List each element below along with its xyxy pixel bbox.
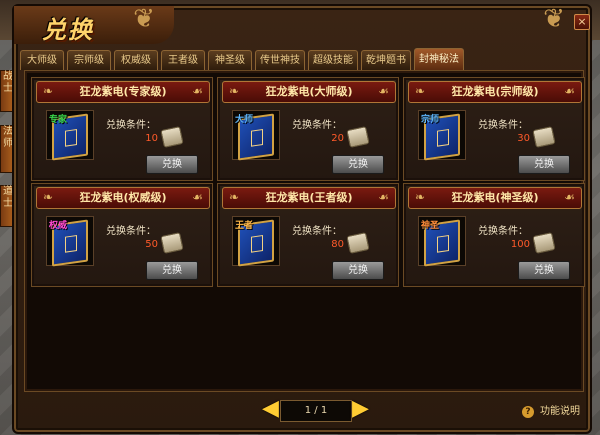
page-prev-button[interactable]: ◀ (262, 398, 279, 420)
tab-bar: 大师级 宗师级 权威级 王者级 神圣级 传世神技 超级技能 乾坤题书 封神秘法 (20, 48, 464, 72)
tab-legendary-skill[interactable]: 传世神技 (255, 50, 305, 70)
grade-badge: 王者 (235, 221, 254, 231)
exchange-button[interactable]: 兑换 (146, 261, 198, 280)
condition-amount: 30 (517, 133, 530, 144)
scroll-item-icon (346, 126, 370, 148)
exchange-button[interactable]: 兑换 (146, 155, 198, 174)
tab-grandmaster[interactable]: 宗师级 (67, 50, 111, 70)
tab-master[interactable]: 大师级 (20, 50, 64, 70)
skill-book-icon[interactable]: 大师 (232, 110, 280, 161)
skill-book-icon[interactable]: 专家 (46, 110, 94, 161)
exchange-card: ❧ 狂龙紫电(权威级) ☙ 权威 兑换条件： 50 兑换 (31, 183, 213, 287)
card-header: ❧ 狂龙紫电(宗师级) ☙ (408, 81, 582, 103)
exchange-button[interactable]: 兑换 (332, 261, 384, 280)
grade-badge: 专家 (49, 115, 68, 125)
condition-amount: 80 (331, 239, 344, 250)
condition-label: 兑换条件： (292, 120, 342, 131)
exchange-button[interactable]: 兑换 (518, 261, 570, 280)
grade-badge: 大师 (235, 115, 254, 125)
book-emblem (251, 129, 263, 147)
condition-label: 兑换条件： (478, 226, 528, 237)
card-header: ❧ 狂龙紫电(专家级) ☙ (36, 81, 210, 103)
scroll-ornament-icon: ☙ (564, 190, 575, 204)
card-header: ❧ 狂龙紫电(神圣级) ☙ (408, 187, 582, 209)
scroll-item-icon (532, 126, 556, 148)
tab-qiankun-book[interactable]: 乾坤题书 (361, 50, 411, 70)
card-title: 狂龙紫电(神圣级) (451, 191, 539, 204)
card-header: ❧ 狂龙紫电(王者级) ☙ (222, 187, 396, 209)
card-title: 狂龙紫电(宗师级) (451, 85, 539, 98)
scroll-ornament-icon: ☙ (192, 84, 203, 98)
card-grid: ❧ 狂龙紫电(专家级) ☙ 专家 兑换条件： 10 兑换 ❧ 狂龙紫电(大师级) ☙ 大师 兑换条件：… (24, 70, 585, 392)
card-title: 狂龙紫电(王者级) (265, 191, 353, 204)
close-button[interactable]: × (574, 14, 590, 30)
exchange-window: 兑换 ❦ ❦ × 大师级 宗师级 权威级 王者级 神圣级 传世神技 超级技能 乾… (12, 4, 592, 434)
book-emblem (437, 129, 449, 147)
skill-book-icon[interactable]: 权威 (46, 216, 94, 267)
card-title: 狂龙紫电(大师级) (265, 85, 353, 98)
card-title: 狂龙紫电(专家级) (79, 85, 167, 98)
exchange-card: ❧ 狂龙紫电(王者级) ☙ 王者 兑换条件： 80 兑换 (217, 183, 399, 287)
exchange-button[interactable]: 兑换 (518, 155, 570, 174)
scroll-item-icon (532, 232, 556, 254)
skill-book-icon[interactable]: 神圣 (418, 216, 466, 267)
page-indicator: 1 / 1 (280, 400, 352, 422)
scroll-ornament-icon: ☙ (192, 190, 203, 204)
tab-authority[interactable]: 权威级 (114, 50, 158, 70)
card-header: ❧ 狂龙紫电(大师级) ☙ (222, 81, 396, 103)
scroll-item-icon (346, 232, 370, 254)
help-label: 功能说明 (540, 406, 580, 417)
page-next-button[interactable]: ▶ (352, 398, 369, 420)
grade-badge: 神圣 (421, 221, 440, 231)
tab-fengshen-secret[interactable]: 封神秘法 (414, 48, 464, 70)
scroll-ornament-icon: ☙ (564, 84, 575, 98)
exchange-card: ❧ 狂龙紫电(大师级) ☙ 大师 兑换条件： 20 兑换 (217, 77, 399, 181)
exchange-card: ❧ 狂龙紫电(神圣级) ☙ 神圣 兑换条件： 100 兑换 (403, 183, 585, 287)
scroll-ornament-icon: ☙ (378, 84, 389, 98)
scroll-item-icon (160, 126, 184, 148)
window-title: 兑换 (42, 15, 94, 44)
condition-label: 兑换条件： (106, 226, 156, 237)
grade-badge: 权威 (49, 221, 68, 231)
tab-super-skill[interactable]: 超级技能 (308, 50, 358, 70)
condition-label: 兑换条件： (292, 226, 342, 237)
tab-king[interactable]: 王者级 (161, 50, 205, 70)
condition-amount: 20 (331, 133, 344, 144)
book-emblem (65, 129, 77, 147)
question-icon: ? (522, 406, 534, 418)
exchange-card: ❧ 狂龙紫电(宗师级) ☙ 宗师 兑换条件： 30 兑换 (403, 77, 585, 181)
condition-label: 兑换条件： (478, 120, 528, 131)
scroll-item-icon (160, 232, 184, 254)
exchange-card: ❧ 狂龙紫电(专家级) ☙ 专家 兑换条件： 10 兑换 (31, 77, 213, 181)
card-title: 狂龙紫电(权威级) (79, 191, 167, 204)
book-emblem (437, 235, 449, 253)
dragon-ornament-icon: ❦ (133, 4, 155, 34)
scroll-ornament-icon: ☙ (378, 190, 389, 204)
condition-amount: 10 (145, 133, 158, 144)
grade-badge: 宗师 (421, 115, 440, 125)
card-header: ❧ 狂龙紫电(权威级) ☙ (36, 187, 210, 209)
condition-label: 兑换条件： (106, 120, 156, 131)
condition-amount: 100 (510, 239, 530, 250)
skill-book-icon[interactable]: 王者 (232, 216, 280, 267)
skill-book-icon[interactable]: 宗师 (418, 110, 466, 161)
book-emblem (251, 235, 263, 253)
condition-amount: 50 (145, 239, 158, 250)
tab-divine[interactable]: 神圣级 (208, 50, 252, 70)
exchange-button[interactable]: 兑换 (332, 155, 384, 174)
book-emblem (65, 235, 77, 253)
